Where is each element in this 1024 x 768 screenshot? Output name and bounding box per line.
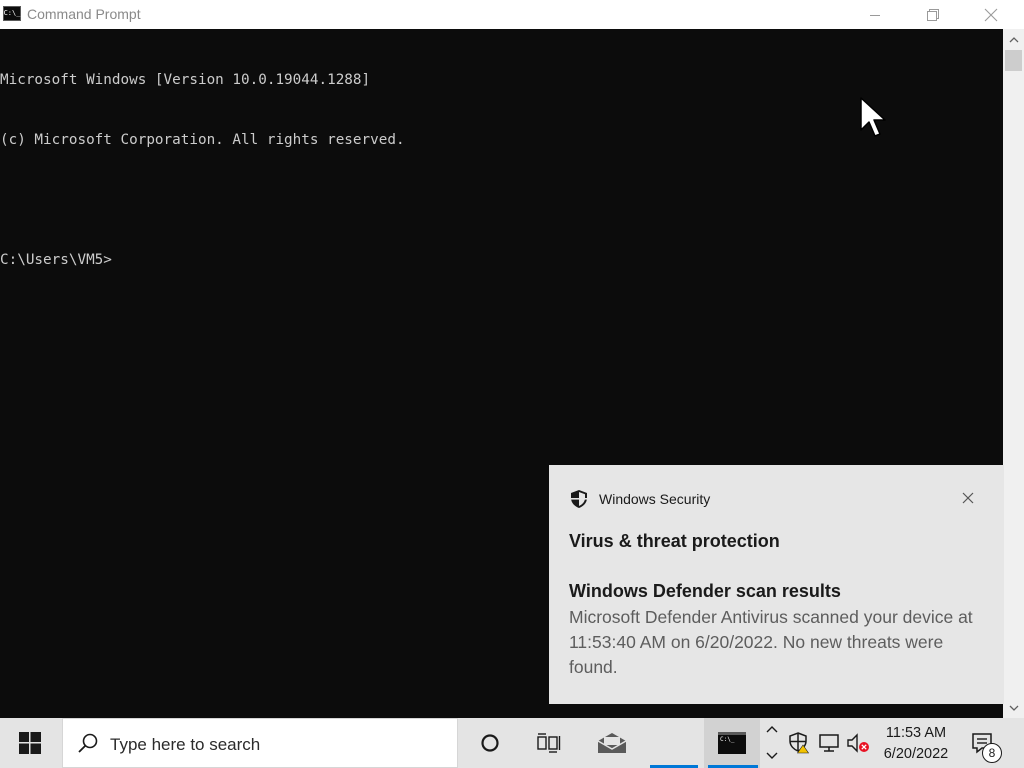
scroll-down-button[interactable] (1003, 697, 1024, 718)
task-view-icon (537, 733, 561, 753)
console-prompt[interactable]: C:\Users\VM5> (0, 250, 1003, 270)
minimize-button[interactable] (846, 0, 904, 29)
toast-app-name: Windows Security (599, 491, 711, 507)
window-title: Command Prompt (27, 6, 141, 22)
security-notification-toast[interactable]: Windows Security Virus & threat protecti… (549, 465, 1004, 704)
clock-time: 11:53 AM (885, 725, 947, 741)
chevron-up-icon[interactable] (764, 723, 780, 735)
scroll-up-button[interactable] (1003, 29, 1024, 50)
title-bar[interactable]: C:\_ Command Prompt (0, 0, 1024, 29)
app-icon-text: C:\_ (3, 9, 21, 17)
console-line: Microsoft Windows [Version 10.0.19044.12… (0, 72, 371, 88)
toast-title: Windows Defender scan results (569, 581, 841, 601)
scroll-down-icon (1009, 705, 1018, 711)
toast-close-button[interactable] (959, 489, 977, 507)
mouse-cursor-icon (860, 97, 886, 137)
maximize-icon (927, 8, 939, 21)
cortana-button[interactable] (462, 718, 518, 768)
chevron-down-icon[interactable] (764, 750, 780, 762)
minimize-icon (870, 14, 880, 16)
shield-icon (571, 490, 587, 508)
command-prompt-icon: C:\_ (718, 732, 746, 754)
cmd-tile-text: C:\_ (720, 736, 735, 743)
network-icon[interactable] (818, 732, 840, 754)
scroll-up-icon (1009, 36, 1018, 42)
search-placeholder: Type here to search (110, 735, 261, 754)
vertical-scrollbar[interactable] (1003, 29, 1024, 718)
console-line: (c) Microsoft Corporation. All rights re… (0, 132, 405, 148)
command-prompt-icon[interactable]: C:\_ (3, 6, 21, 21)
cortana-icon (481, 734, 499, 752)
start-button[interactable] (0, 718, 60, 768)
taskbar: Type here to search C:\_ 11:53 AM 6/20/2… (0, 718, 1024, 768)
task-view-button[interactable] (521, 718, 577, 768)
command-prompt-taskbar-button[interactable]: C:\_ (704, 718, 760, 768)
mail-icon (597, 733, 627, 753)
volume-muted-icon[interactable] (846, 732, 870, 754)
toast-app-header: Windows Security (569, 489, 710, 509)
mail-app-button[interactable] (584, 718, 640, 768)
search-icon (78, 733, 98, 753)
maximize-button[interactable] (904, 0, 962, 29)
clock-date: 6/20/2022 (883, 746, 949, 762)
toast-heading: Virus & threat protection (569, 531, 780, 551)
windows-logo-icon (19, 732, 41, 754)
taskbar-clock[interactable]: 11:53 AM 6/20/2022 (872, 723, 960, 765)
close-icon (962, 492, 974, 504)
toast-body: Microsoft Defender Antivirus scanned you… (569, 607, 973, 677)
scroll-thumb[interactable] (1005, 50, 1022, 71)
notification-count-badge: 8 (982, 743, 1002, 763)
close-button[interactable] (962, 0, 1020, 29)
search-box[interactable]: Type here to search (62, 718, 458, 768)
security-shield-warning-icon[interactable] (788, 732, 810, 754)
close-icon (984, 8, 998, 21)
